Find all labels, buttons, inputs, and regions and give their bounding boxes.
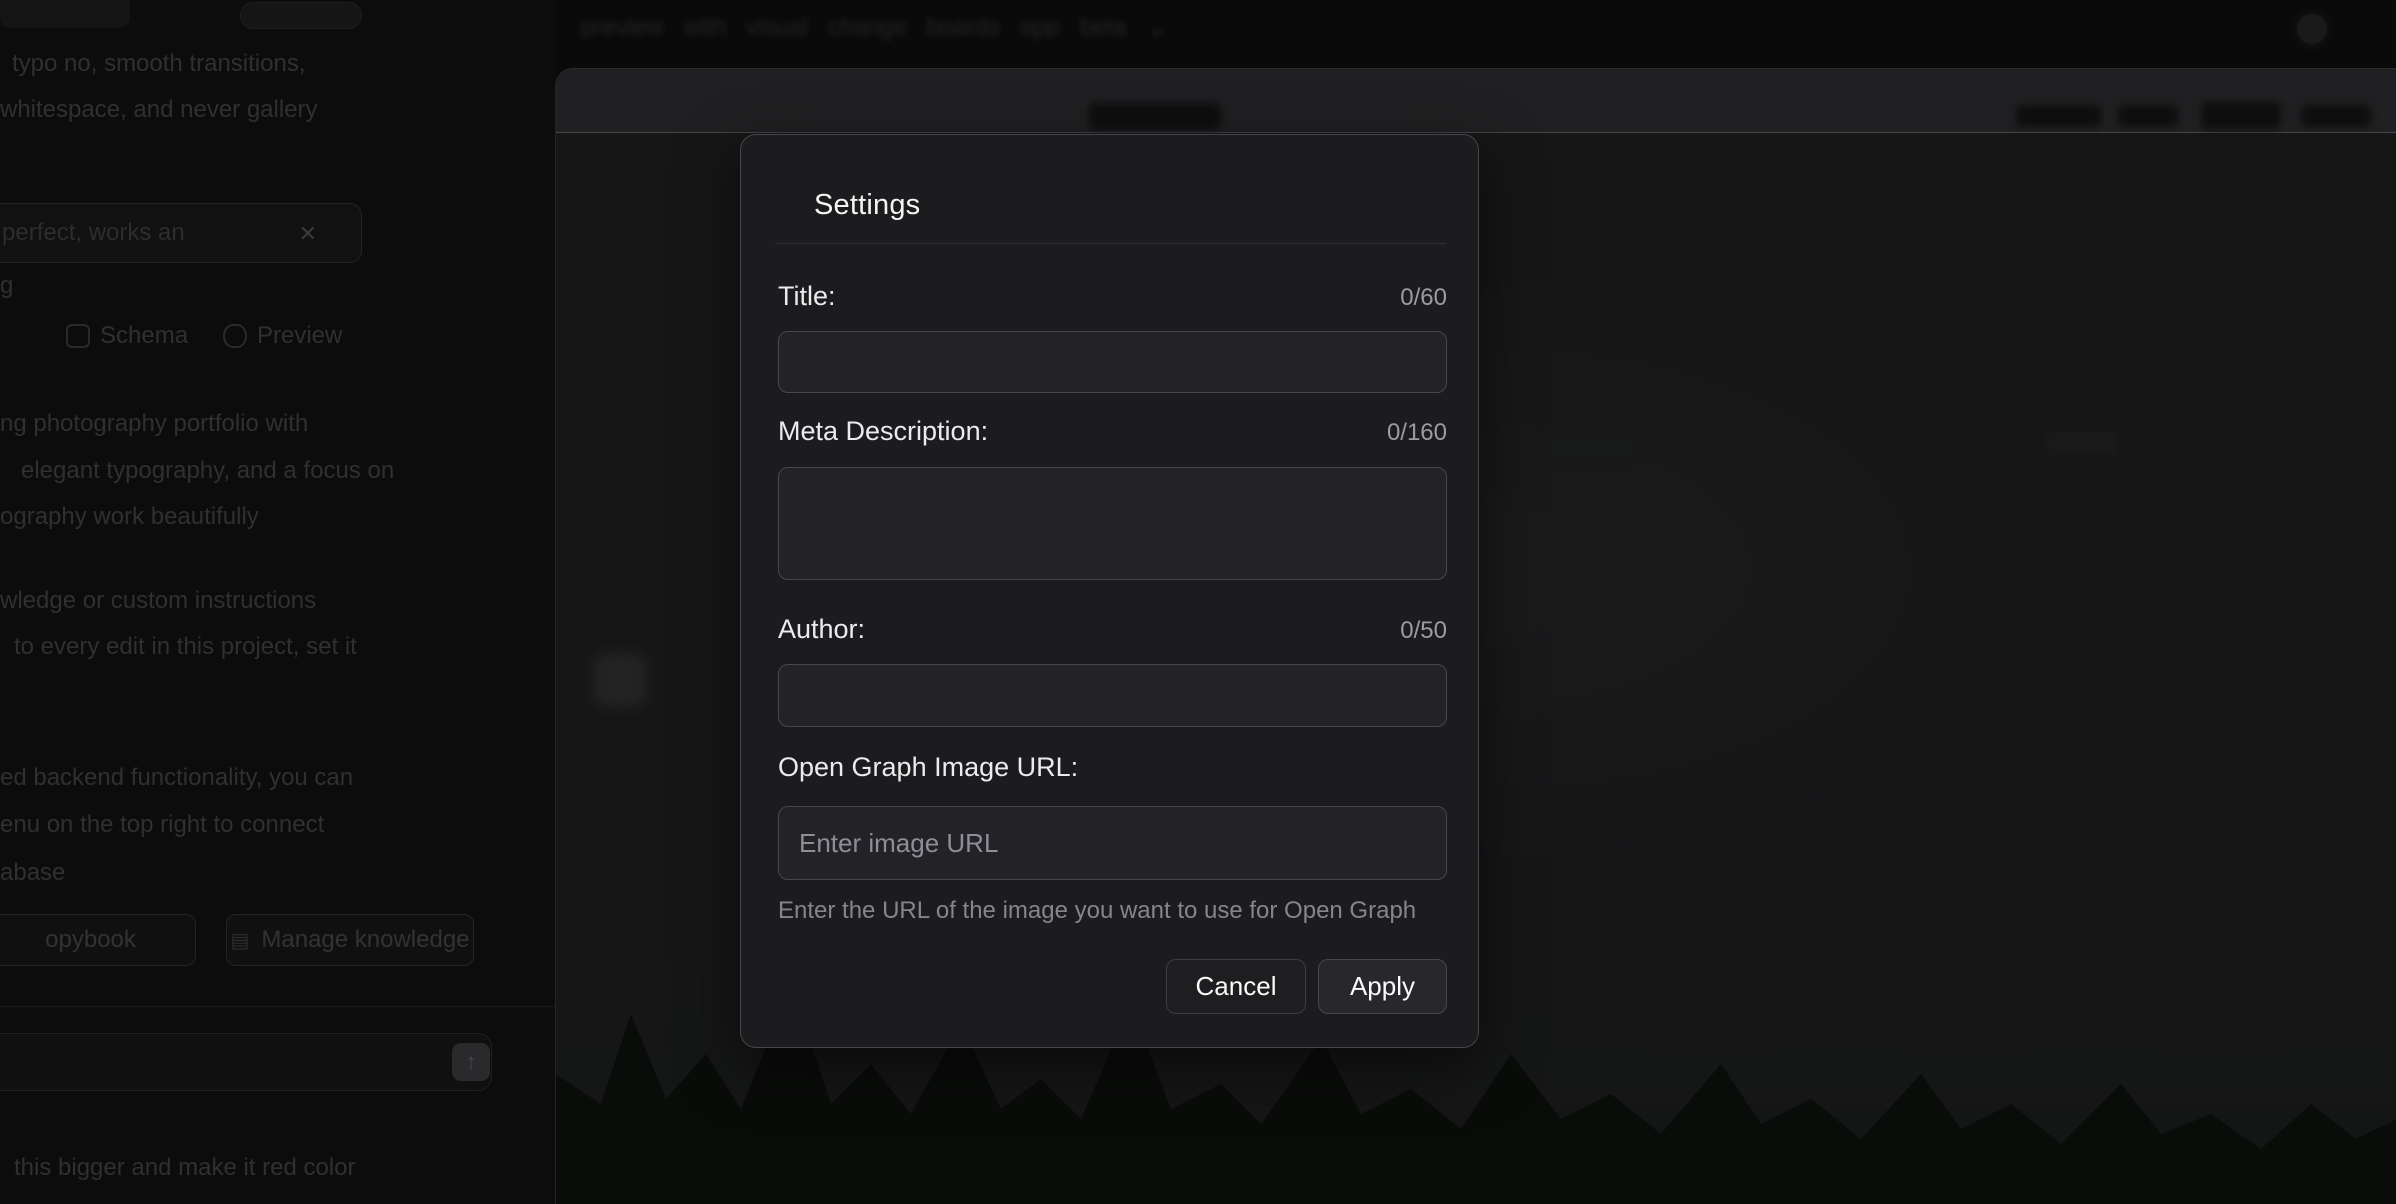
send-button[interactable]: ↑ (452, 1043, 490, 1081)
book-icon: ▤ (230, 928, 249, 953)
preview-site-header (556, 69, 2396, 133)
apply-button[interactable]: Apply (1318, 959, 1447, 1014)
author-input[interactable] (778, 664, 1447, 727)
author-label: Author: (778, 614, 865, 645)
preview-nav-item (2201, 102, 2281, 129)
sidebar-top-tab[interactable] (0, 0, 130, 28)
modal-divider (775, 243, 1446, 244)
chat-message-fragment: g (0, 272, 13, 300)
preview-nav-item (2016, 105, 2101, 127)
playbook-button[interactable]: opybook (0, 914, 196, 966)
breadcrumb-word: boards (927, 14, 1000, 43)
breadcrumb-word: preview (581, 14, 664, 43)
chevron-down-icon: ⌄ (1147, 14, 1167, 43)
settings-modal: Settings Title: 0/60 Meta Description: 0… (740, 134, 1479, 1048)
schema-toggle-label: Schema (100, 322, 188, 350)
breadcrumb-word: with (684, 14, 727, 43)
context-chip[interactable]: perfect, works an ✕ (0, 203, 362, 263)
meta-description-textarea[interactable] (778, 467, 1447, 580)
meta-description-field-row: Meta Description: 0/160 (778, 416, 1447, 447)
chat-message-fragment: to every edit in this project, set it (14, 633, 357, 661)
title-field-row: Title: 0/60 (778, 281, 1447, 312)
preview-toggle[interactable]: Preview (223, 322, 342, 350)
send-icon: ↑ (466, 1049, 477, 1075)
cancel-button-label: Cancel (1196, 971, 1277, 1002)
breadcrumb-word: app (1020, 14, 1060, 43)
chat-message-fragment: ed backend functionality, you can (0, 764, 353, 792)
chat-message-fragment: abase (0, 859, 65, 887)
breadcrumb-word: visual (746, 14, 807, 43)
chat-message-fragment: typo no, smooth transitions, (12, 50, 305, 78)
app-window: typo no, smooth transitions, whitespace,… (0, 0, 2396, 1204)
title-input[interactable] (778, 331, 1447, 393)
chat-message-fragment: elegant typography, and a focus on (21, 457, 394, 485)
chat-message-fragment: ng photography portfolio with (0, 410, 308, 438)
preview-logo (1089, 103, 1221, 129)
sidebar-top-pill[interactable] (240, 2, 362, 29)
modal-title: Settings (814, 189, 920, 222)
cancel-button[interactable]: Cancel (1166, 959, 1306, 1014)
close-icon[interactable]: ✕ (299, 221, 317, 247)
sidebar-divider (0, 1006, 556, 1007)
preview-text-blob (1521, 437, 1631, 457)
avatar[interactable] (2297, 14, 2327, 44)
breadcrumb-word: beta (1080, 14, 1127, 43)
author-field-row: Author: 0/50 (778, 614, 1447, 645)
user-message-fragment: this bigger and make it red color (14, 1154, 356, 1182)
og-image-field-row: Open Graph Image URL: (778, 752, 1447, 783)
og-image-url-label: Open Graph Image URL: (778, 752, 1078, 783)
manage-knowledge-button[interactable]: ▤ Manage knowledge (226, 914, 474, 966)
preview-toggle-label: Preview (257, 322, 342, 350)
context-chip-label: perfect, works an (2, 219, 185, 247)
chat-message-fragment: wledge or custom instructions (0, 587, 316, 615)
meta-description-char-counter: 0/160 (1387, 419, 1447, 447)
chat-message-fragment: whitespace, and never gallery (0, 96, 318, 124)
chat-sidebar: typo no, smooth transitions, whitespace,… (0, 0, 556, 1204)
eye-icon (223, 324, 247, 348)
apply-button-label: Apply (1350, 971, 1415, 1002)
meta-description-label: Meta Description: (778, 416, 988, 447)
schema-icon (66, 324, 90, 348)
preview-nav-item (2301, 105, 2371, 127)
title-label: Title: (778, 281, 836, 312)
project-breadcrumb[interactable]: preview with visual change boards app be… (581, 14, 1167, 43)
chat-prompt-input[interactable] (0, 1033, 492, 1091)
preview-text-blob (2046, 431, 2118, 455)
chat-message-fragment: ography work beautifully (0, 503, 259, 531)
author-char-counter: 0/50 (1400, 617, 1447, 645)
playbook-button-label: opybook (45, 926, 136, 954)
og-image-url-input[interactable] (778, 806, 1447, 880)
preview-floating-button[interactable] (593, 653, 647, 707)
og-image-helper-text: Enter the URL of the image you want to u… (778, 897, 1447, 925)
chat-message-fragment: enu on the top right to connect (0, 811, 324, 839)
schema-toggle[interactable]: Schema (66, 322, 188, 350)
preview-nav-item (2118, 105, 2178, 127)
breadcrumb-word: change (828, 14, 907, 43)
manage-knowledge-label: Manage knowledge (261, 926, 469, 954)
title-char-counter: 0/60 (1400, 284, 1447, 312)
